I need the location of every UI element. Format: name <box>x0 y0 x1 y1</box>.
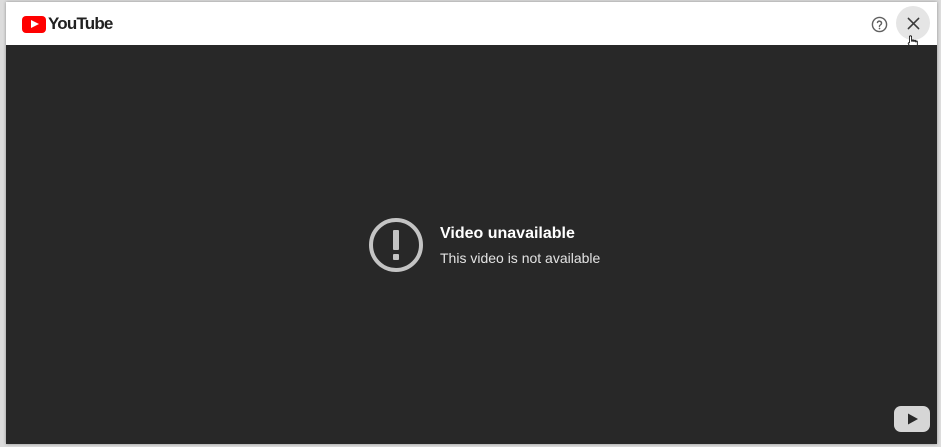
youtube-logo: YouTube <box>22 14 113 34</box>
close-button[interactable] <box>896 6 930 40</box>
error-subtitle: This video is not available <box>440 249 601 266</box>
error-message: Video unavailable This video is not avai… <box>368 217 600 273</box>
video-player[interactable]: Video unavailable This video is not avai… <box>6 45 937 444</box>
alert-circle-icon <box>369 218 423 272</box>
help-button[interactable] <box>868 13 890 35</box>
modal-header: YouTube <box>6 2 937 49</box>
youtube-logo-icon <box>22 15 46 33</box>
help-circle-icon <box>871 16 887 32</box>
error-text: Video unavailable This video is not avai… <box>440 224 600 267</box>
youtube-play-icon[interactable] <box>894 406 930 432</box>
error-title: Video unavailable <box>440 224 575 242</box>
close-icon <box>907 17 919 29</box>
video-modal: YouTube Video unavailable This video is … <box>6 2 937 444</box>
youtube-logo-text: YouTube <box>48 14 113 33</box>
